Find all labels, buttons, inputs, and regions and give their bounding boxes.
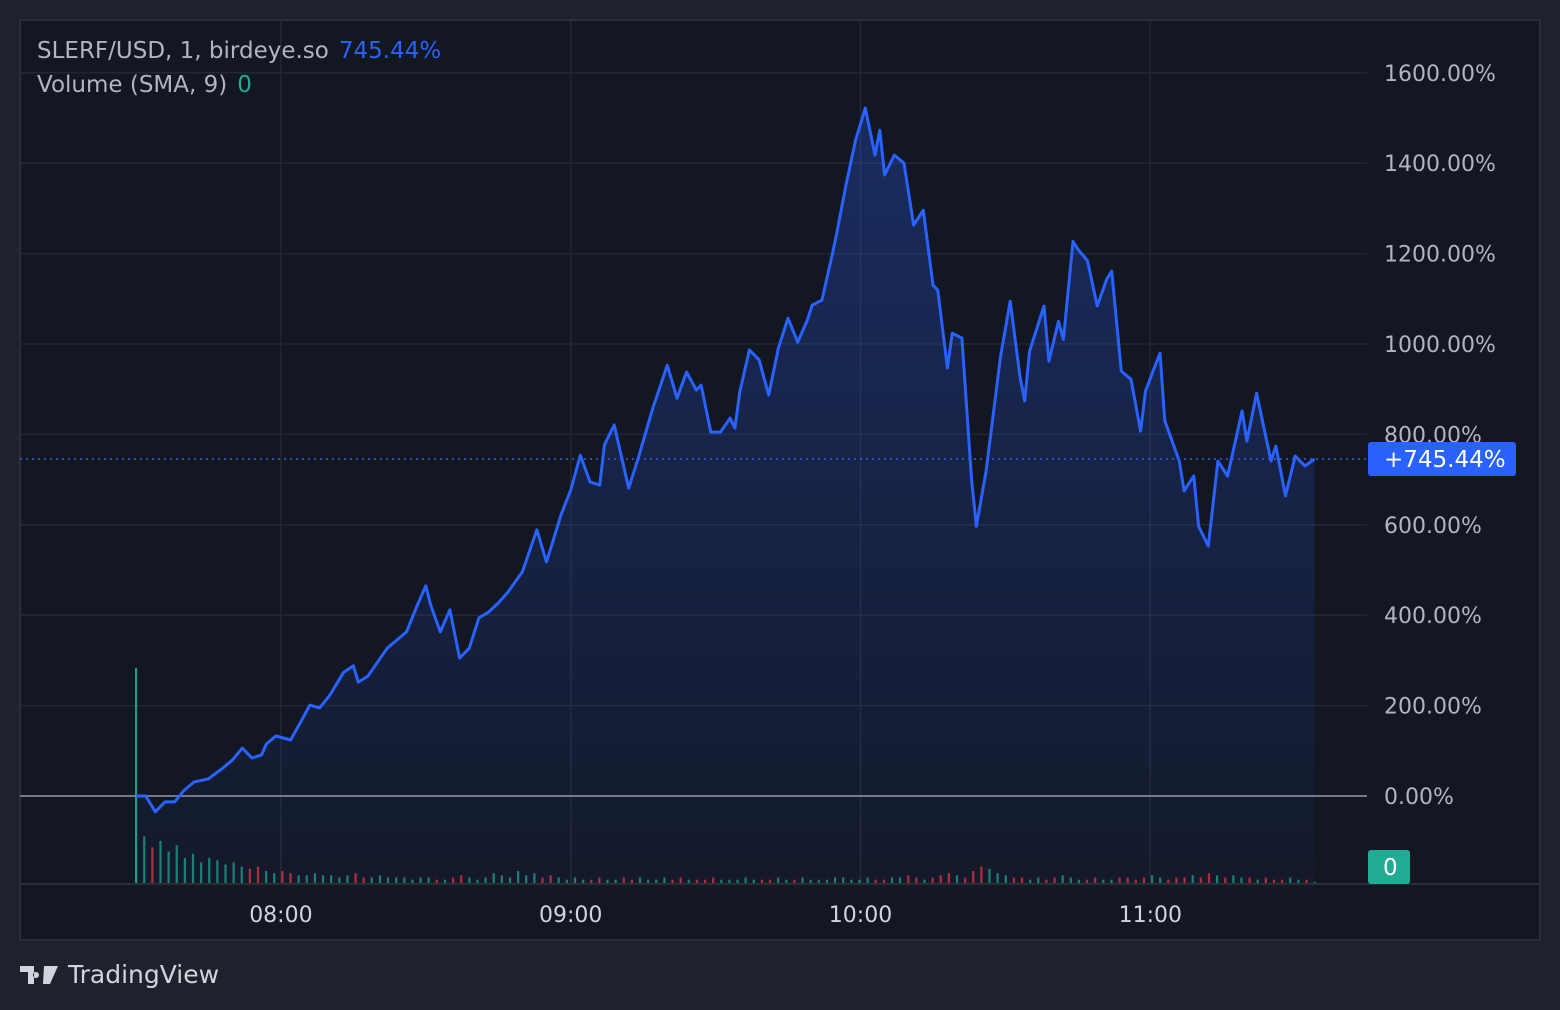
volume-bar [191, 853, 195, 884]
tradingview-logo[interactable]: TradingView [20, 960, 219, 989]
price-tick-label: 1600.00% [1384, 62, 1496, 87]
time-tick-label: 11:00 [1119, 903, 1182, 928]
price-tick-label: 600.00% [1384, 514, 1482, 539]
volume-bar [273, 873, 276, 884]
volume-bar [330, 875, 333, 884]
volume-bar [500, 875, 503, 884]
volume-bar [159, 840, 162, 884]
volume-bar [492, 873, 495, 884]
price-tick-label: 1200.00% [1384, 243, 1496, 268]
volume-bar [525, 875, 528, 884]
volume-bar [1207, 873, 1211, 884]
price-tick-label: 200.00% [1384, 695, 1482, 720]
volume-bar [175, 845, 178, 884]
volume-bar [460, 875, 463, 884]
volume-bar [988, 868, 991, 884]
volume-bar [1232, 875, 1235, 884]
price-tick-label: 1000.00% [1384, 333, 1496, 358]
volume-bar [289, 873, 292, 884]
volume-bar [517, 871, 520, 884]
volume-bar [980, 866, 983, 884]
volume-bar [549, 875, 552, 884]
volume-bar [265, 871, 268, 884]
brand-name: TradingView [68, 960, 220, 989]
volume-bar [143, 836, 146, 884]
symbol-legend[interactable]: SLERF/USD, 1, birdeye.so 745.44% [37, 38, 451, 64]
time-tick-label: 10:00 [829, 903, 892, 928]
volume-bar [346, 875, 349, 884]
volume-bar [972, 871, 975, 884]
volume-bar [183, 858, 186, 884]
volume-last-label: 0 [1383, 855, 1398, 881]
volume-bar [281, 871, 284, 884]
volume-bar [955, 875, 959, 884]
time-tick-label: 08:00 [249, 903, 312, 928]
volume-bar [378, 875, 382, 884]
volume-bar [313, 873, 317, 884]
volume-bar [947, 873, 950, 884]
volume-title: Volume (SMA, 9) [37, 72, 228, 98]
price-tick-label: 0.00% [1384, 785, 1454, 810]
volume-bar [1150, 875, 1154, 884]
volume-bar [1004, 875, 1007, 884]
volume-bar [200, 862, 203, 884]
volume-bar [321, 875, 325, 884]
price-tick-label: 400.00% [1384, 604, 1482, 629]
volume-bar [135, 668, 138, 884]
volume-bar [224, 864, 227, 884]
tradingview-logo-icon [20, 965, 58, 984]
volume-bar [354, 873, 357, 884]
price-axis[interactable]: 0.00%200.00%400.00%600.00%800.00%1000.00… [1384, 62, 1496, 810]
volume-legend[interactable]: Volume (SMA, 9) 0 [37, 72, 262, 98]
volume-bar [151, 847, 154, 884]
volume-bar [1191, 875, 1194, 884]
symbol-title: SLERF/USD, 1, birdeye.so [37, 38, 329, 64]
volume-bar [305, 875, 308, 884]
volume-bar [1061, 875, 1064, 884]
volume-bar [907, 875, 910, 884]
volume-bar [240, 866, 243, 884]
volume-value: 0 [237, 72, 252, 98]
volume-bar [533, 873, 536, 884]
volume-bar [216, 860, 219, 884]
price-tick-label: 1400.00% [1384, 152, 1496, 177]
volume-bar [996, 873, 999, 884]
volume-bar [248, 868, 251, 884]
time-tick-label: 09:00 [539, 903, 602, 928]
volume-bar [297, 875, 300, 884]
volume-bar [939, 875, 942, 884]
symbol-last-value: 745.44% [338, 38, 442, 64]
price-chart[interactable]: 0.00%200.00%400.00%600.00%800.00%1000.00… [0, 0, 1560, 1010]
last-price-label: +745.44% [1384, 447, 1506, 473]
volume-bar [232, 862, 235, 884]
volume-bar [256, 866, 260, 884]
volume-bar [208, 858, 211, 884]
volume-bar [1215, 875, 1219, 884]
volume-bar [167, 851, 170, 884]
